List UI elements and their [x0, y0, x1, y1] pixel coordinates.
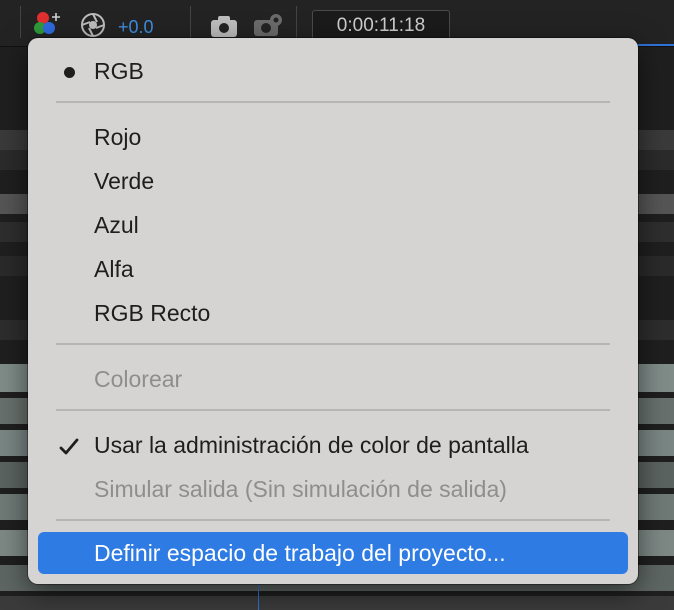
- menu-separator: [56, 519, 610, 521]
- menu-item-define-project-working-space[interactable]: Definir espacio de trabajo del proyecto.…: [38, 532, 628, 574]
- menu-item-rgb-straight[interactable]: RGB Recto: [38, 295, 628, 331]
- menu-item-label: RGB Recto: [94, 300, 211, 326]
- channel-context-menu: RGB Rojo Verde Azul Alfa RGB Recto Color…: [28, 38, 638, 584]
- menu-item-label: Alfa: [94, 256, 134, 282]
- menu-item-label: Usar la administración de color de panta…: [94, 432, 529, 458]
- toolbar-divider: [20, 6, 21, 38]
- menu-item-label: Simular salida (Sin simulación de salida…: [94, 476, 507, 502]
- menu-item-label: RGB: [94, 58, 144, 84]
- menu-item-colorize: Colorear: [38, 361, 628, 397]
- toolbar-divider: [190, 6, 191, 38]
- time-indicator-line: [258, 580, 259, 610]
- menu-item-simulate-output: Simular salida (Sin simulación de salida…: [38, 471, 628, 507]
- menu-item-green[interactable]: Verde: [38, 163, 628, 199]
- menu-item-alpha[interactable]: Alfa: [38, 251, 628, 287]
- menu-separator: [56, 101, 610, 103]
- menu-item-label: Verde: [94, 168, 155, 194]
- checkmark-icon: [56, 427, 82, 463]
- menu-item-label: Definir espacio de trabajo del proyecto.…: [94, 540, 506, 566]
- toolbar-divider: [296, 6, 297, 38]
- menu-item-use-display-color-management[interactable]: Usar la administración de color de panta…: [38, 427, 628, 463]
- menu-item-label: Colorear: [94, 366, 183, 392]
- menu-separator: [56, 343, 610, 345]
- menu-item-rgb[interactable]: RGB: [38, 53, 628, 89]
- selected-bullet-icon: [56, 53, 82, 89]
- exposure-value[interactable]: +0.0: [118, 17, 154, 38]
- menu-item-label: Rojo: [94, 124, 142, 150]
- menu-separator: [56, 409, 610, 411]
- background-row: [0, 596, 674, 610]
- menu-item-label: Azul: [94, 212, 139, 238]
- menu-item-blue[interactable]: Azul: [38, 207, 628, 243]
- menu-item-red[interactable]: Rojo: [38, 119, 628, 155]
